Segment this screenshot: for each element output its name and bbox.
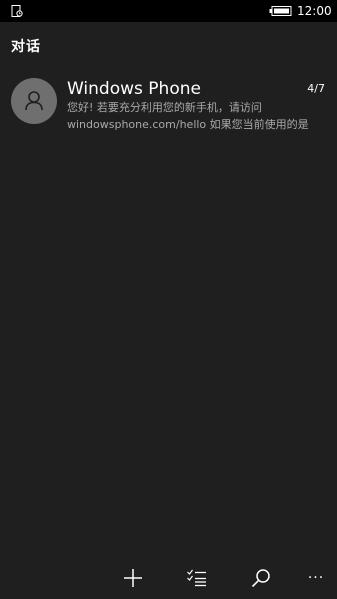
search-button[interactable] [247,564,275,592]
ellipsis-icon: ··· [307,570,325,586]
select-button[interactable] [183,564,211,592]
more-options-button[interactable]: ··· [302,564,330,592]
avatar [11,78,57,124]
page-title: 对话 [11,39,41,55]
conversation-item[interactable]: Windows Phone 4/7 您好! 若要充分利用您的新手机，请访问 wi… [0,72,337,138]
message-date: 4/7 [307,82,325,95]
notification-icon [11,5,23,17]
person-icon [25,91,43,111]
status-clock: 12:00 [297,4,332,18]
status-bar: 12:00 [0,0,337,22]
plus-icon [124,569,142,587]
new-message-button[interactable] [119,564,147,592]
battery-icon [269,6,292,16]
search-icon [251,569,270,588]
contact-name: Windows Phone [67,79,201,99]
select-list-icon [187,569,206,587]
message-preview-line-2: windowsphone.com/hello 如果您当前使用的是 [67,118,309,131]
message-preview-line-1: 您好! 若要充分利用您的新手机，请访问 [67,101,262,114]
messaging-screen: 12:00 对话 Windows Phone 4/7 您好! 若要充分利用您的新… [0,0,337,599]
app-bar: ··· [0,558,337,599]
